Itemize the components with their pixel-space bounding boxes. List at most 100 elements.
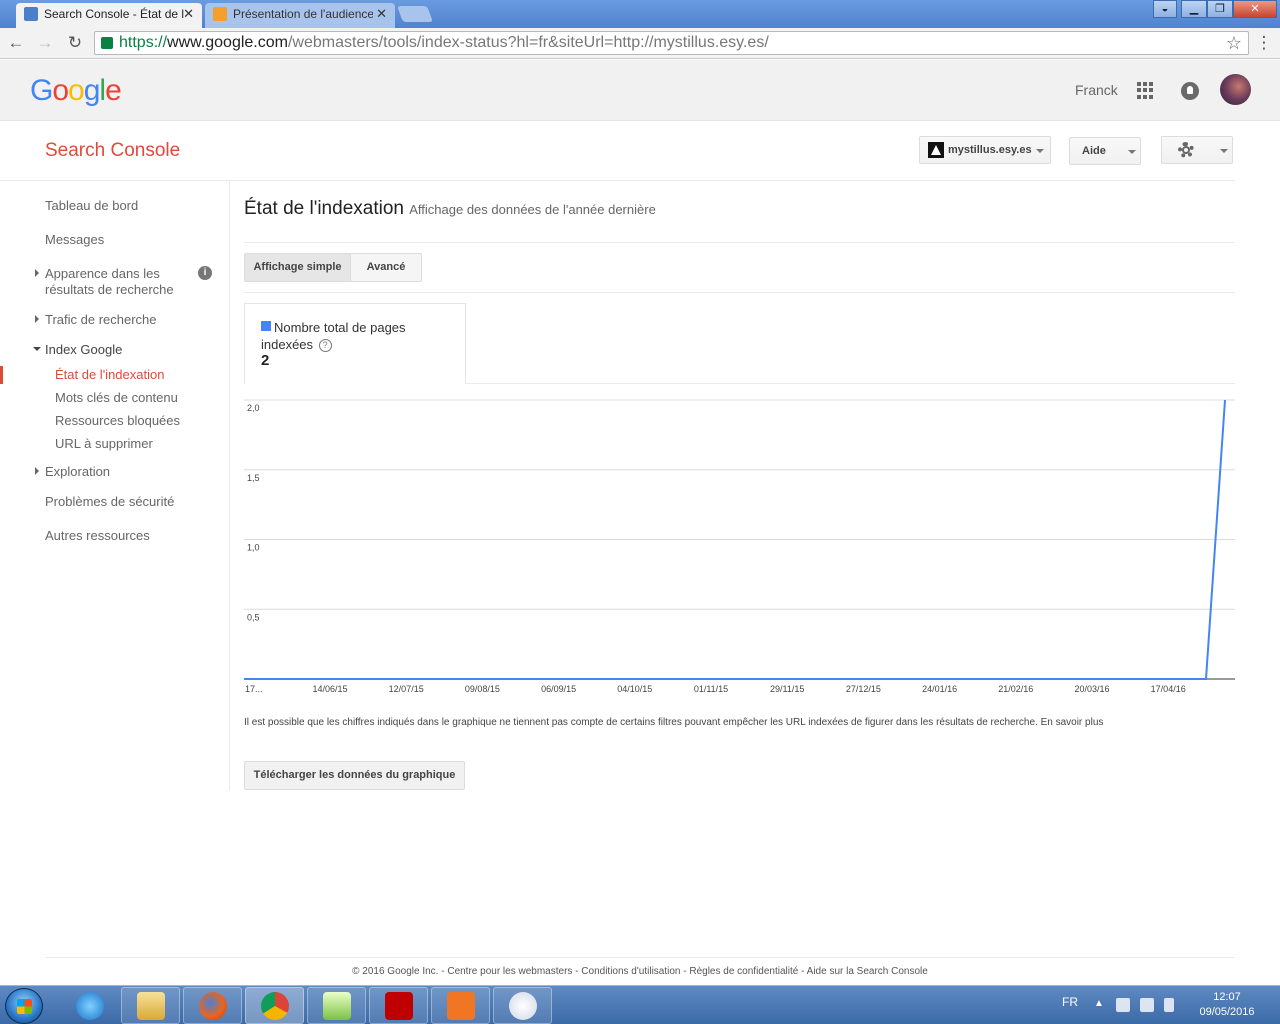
taskbar-paint[interactable] — [493, 987, 552, 1024]
start-button[interactable] — [5, 988, 43, 1024]
taskbar-chrome[interactable] — [245, 987, 304, 1024]
settings-button[interactable] — [1161, 136, 1233, 164]
analytics-favicon-icon — [213, 7, 227, 21]
taskbar-ie[interactable] — [60, 987, 119, 1024]
sidebar-item-other-resources[interactable]: Autres ressources — [45, 528, 150, 544]
sidebar-item-blocked-resources[interactable]: Ressources bloquées — [55, 413, 180, 429]
index-status-chart: 0,5 1,0 1,5 2,0 17... 14/06/15 12/07/15 09/08/1… — [244, 399, 1235, 694]
reload-icon[interactable]: ↻ — [64, 32, 86, 54]
address-bar[interactable]: https://www.google.com/webmasters/tools/… — [94, 31, 1249, 55]
metric-value: 2 — [261, 352, 270, 369]
metric-label-text: Nombre total de pages indexées — [261, 320, 406, 352]
clock[interactable]: 12:07 09/05/2016 — [1192, 990, 1262, 1020]
y-tick-label: 1,0 — [247, 543, 260, 553]
x-tick-label: 01/11/15 — [694, 684, 728, 694]
clock-date: 09/05/2016 — [1199, 1006, 1255, 1018]
back-arrow-icon[interactable]: ← — [5, 32, 27, 54]
sidebar-item-search-traffic[interactable]: Trafic de recherche — [45, 312, 157, 328]
info-icon[interactable]: i — [198, 266, 212, 280]
google-logo[interactable]: Google — [30, 74, 122, 108]
selected-indicator — [0, 366, 3, 384]
taskbar-firefox[interactable] — [183, 987, 242, 1024]
show-hidden-icons-icon[interactable]: ▲ — [1094, 998, 1104, 1009]
logo-letter: o — [68, 74, 85, 107]
sidebar-item-crawl[interactable]: Exploration — [45, 464, 110, 480]
close-tab-icon[interactable]: ✕ — [183, 3, 194, 25]
advanced-view-button[interactable]: Avancé — [350, 253, 422, 282]
site-name: mystillus.esy.es — [948, 144, 1032, 156]
browser-tab-strip: Search Console - État de l ✕ Présentatio… — [0, 0, 1280, 28]
help-button[interactable]: Aide — [1069, 137, 1141, 165]
close-window-button[interactable]: ✕ — [1233, 0, 1277, 18]
x-tick-label: 24/01/16 — [922, 684, 957, 694]
tab-search-console[interactable]: Search Console - État de l ✕ — [16, 3, 202, 28]
search-console-title[interactable]: Search Console — [45, 140, 180, 162]
url-path: /webmasters/tools/index-status?hl=fr&sit… — [287, 34, 769, 51]
x-tick-label: 17/04/16 — [1151, 684, 1186, 694]
help-label: Aide — [1082, 145, 1106, 157]
chevron-down-icon — [1036, 149, 1044, 153]
tab-label: Search Console - État de l — [44, 7, 184, 21]
sidebar-item-content-keywords[interactable]: Mots clés de contenu — [55, 390, 178, 406]
logo-letter: e — [105, 74, 122, 107]
new-tab-button[interactable] — [397, 6, 433, 22]
taskbar-notepadpp[interactable] — [307, 987, 366, 1024]
menu-icon[interactable]: ⋮ — [1253, 32, 1275, 54]
chrome-icon — [261, 992, 289, 1020]
volume-icon[interactable] — [1164, 998, 1174, 1012]
chevron-down-icon — [1220, 149, 1228, 153]
close-tab-icon[interactable]: ✕ — [376, 3, 387, 25]
gear-icon — [1178, 142, 1194, 158]
x-tick-label: 17... — [245, 684, 263, 694]
minimize-button[interactable]: ▁ — [1181, 0, 1207, 18]
tab-audience[interactable]: Présentation de l'audience ✕ — [205, 3, 395, 28]
caret-right-icon — [35, 315, 39, 323]
taskbar-xampp[interactable] — [431, 987, 490, 1024]
y-tick-label: 2,0 — [247, 403, 260, 413]
footer-links[interactable]: © 2016 Google Inc. - Centre pour les web… — [0, 966, 1280, 977]
taskbar-explorer[interactable] — [121, 987, 180, 1024]
page-title: État de l'indexation Affichage des donné… — [244, 198, 656, 220]
notifications-bell-icon[interactable] — [1181, 82, 1199, 100]
help-question-icon[interactable]: ? — [318, 339, 332, 352]
bookmark-star-icon[interactable]: ☆ — [1226, 32, 1242, 54]
google-header: Google Franck — [0, 60, 1280, 121]
sidebar-item-remove-urls[interactable]: URL à supprimer — [55, 436, 153, 452]
x-tick-label: 14/06/15 — [312, 684, 347, 694]
network-icon[interactable] — [1140, 998, 1154, 1012]
taskbar-filezilla[interactable] — [369, 987, 428, 1024]
sidebar-item-search-appearance[interactable]: Apparence dans les résultats de recherch… — [45, 266, 195, 298]
sidebar-item-google-index[interactable]: Index Google — [45, 342, 122, 358]
divider — [244, 242, 1235, 243]
paint-icon — [509, 992, 537, 1020]
simple-view-button[interactable]: Affichage simple — [244, 253, 351, 282]
x-tick-label: 21/02/16 — [998, 684, 1033, 694]
profile-icon[interactable]: ◒ — [1153, 0, 1177, 18]
caret-right-icon — [35, 467, 39, 475]
sidebar-item-index-status[interactable]: État de l'indexation — [55, 367, 164, 383]
forward-arrow-icon[interactable]: → — [34, 32, 56, 54]
sidebar-item-messages[interactable]: Messages — [45, 232, 104, 248]
search-console-favicon-icon — [24, 7, 38, 21]
site-selector[interactable]: mystillus.esy.es — [919, 136, 1051, 164]
chevron-down-icon — [1128, 150, 1136, 154]
language-indicator[interactable]: FR — [1062, 995, 1078, 1009]
sidebar-item-security-issues[interactable]: Problèmes de sécurité — [45, 494, 174, 510]
sidebar-item-dashboard[interactable]: Tableau de bord — [45, 198, 138, 214]
avatar[interactable] — [1220, 74, 1251, 105]
restore-button[interactable]: ❐ — [1207, 0, 1233, 18]
notepad-plus-plus-icon — [323, 992, 351, 1020]
download-chart-data-button[interactable]: Télécharger les données du graphique — [244, 761, 465, 790]
metric-label: Nombre total de pages indexées ? — [261, 319, 451, 353]
chart-disclaimer: Il est possible que les chiffres indiqué… — [244, 717, 1104, 728]
site-logo-icon — [928, 142, 944, 158]
x-tick-label: 27/12/15 — [846, 684, 881, 694]
action-center-icon[interactable] — [1116, 998, 1130, 1012]
x-tick-label: 12/07/15 — [389, 684, 424, 694]
logo-letter: o — [52, 74, 69, 107]
x-tick-label: 09/08/15 — [465, 684, 500, 694]
apps-grid-icon[interactable] — [1137, 82, 1154, 99]
account-name[interactable]: Franck — [1075, 82, 1118, 98]
lock-icon — [101, 37, 113, 49]
y-tick-label: 0,5 — [247, 612, 260, 622]
